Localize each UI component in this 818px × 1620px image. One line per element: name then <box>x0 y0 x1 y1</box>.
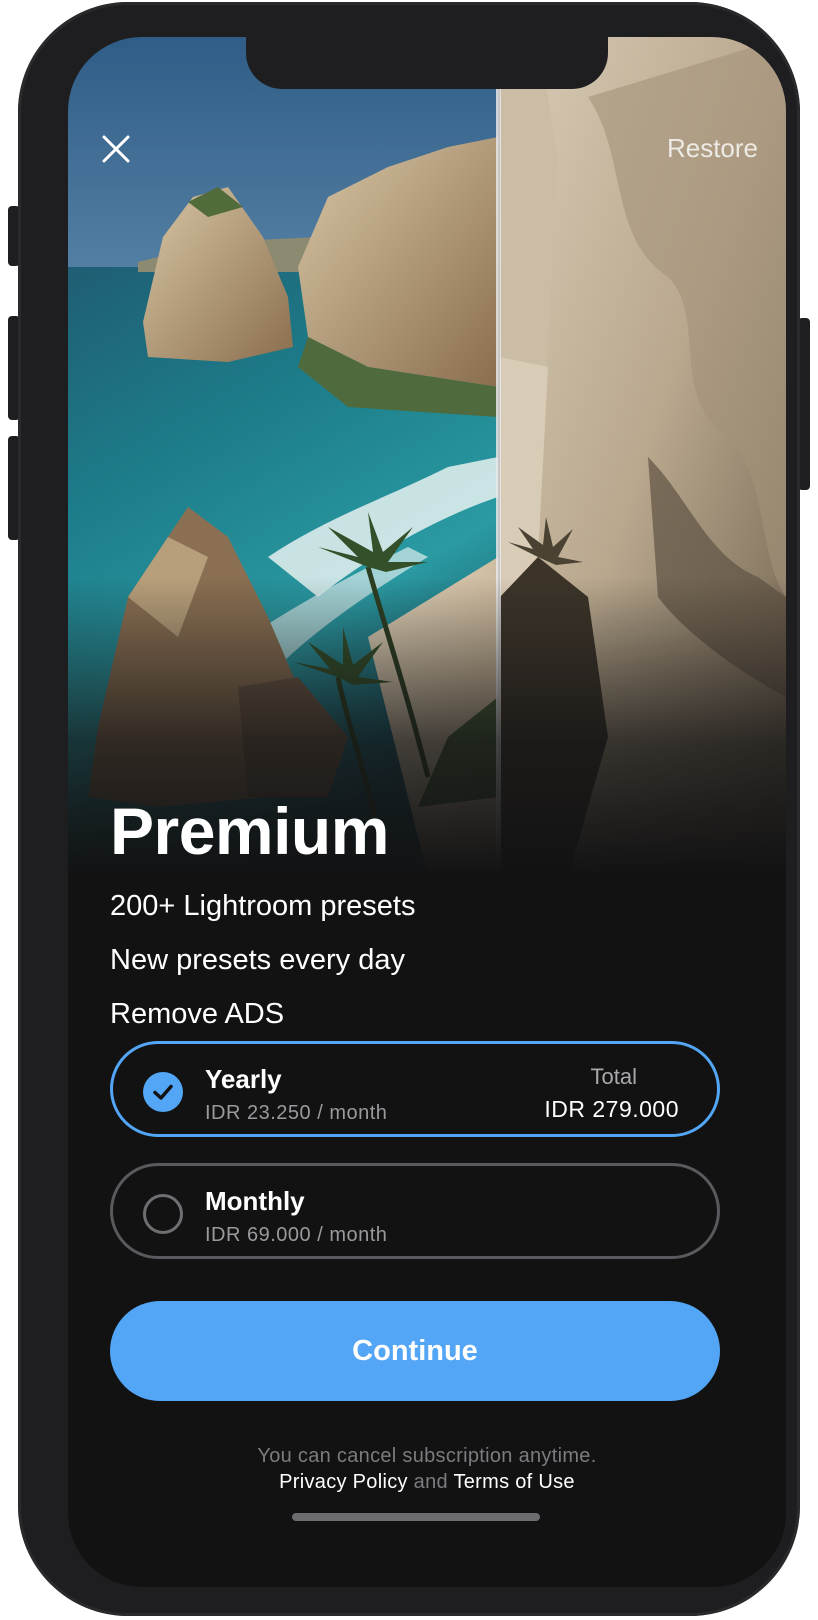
cancel-note: You can cancel subscription anytime. <box>257 1445 597 1467</box>
feature-item: New presets every day <box>110 944 405 976</box>
feature-item: Remove ADS <box>110 998 285 1030</box>
plan-name: Yearly <box>205 1064 282 1094</box>
footer: You can cancel subscription anytime. Pri… <box>68 1445 786 1497</box>
plan-total-label: Total <box>590 1064 637 1089</box>
radio-checked-icon <box>143 1072 183 1112</box>
phone-frame: Restore Premium 200+ Lightroom presets N… <box>18 2 800 1616</box>
close-icon <box>102 135 130 163</box>
continue-button[interactable]: Continue <box>110 1301 720 1401</box>
phone-notch <box>246 37 608 89</box>
radio-unchecked-icon <box>143 1194 183 1234</box>
legal-links-separator: and <box>413 1471 448 1493</box>
plan-total-value: IDR 279.000 <box>544 1096 679 1122</box>
close-button[interactable] <box>96 129 136 169</box>
checkmark-icon <box>153 1084 173 1100</box>
terms-of-use-link[interactable]: Terms of Use <box>453 1471 574 1493</box>
plan-price: IDR 69.000 / month <box>205 1224 388 1246</box>
feature-list: 200+ Lightroom presets New presets every… <box>110 889 416 1051</box>
legal-links: Privacy Policy and Terms of Use <box>68 1471 786 1497</box>
page-title: Premium <box>110 794 389 868</box>
privacy-policy-link[interactable]: Privacy Policy <box>279 1471 408 1493</box>
plan-option-monthly[interactable]: Monthly IDR 69.000 / month <box>110 1163 720 1259</box>
restore-button[interactable]: Restore <box>667 133 758 164</box>
paywall-screen: Restore Premium 200+ Lightroom presets N… <box>68 37 786 1587</box>
plan-price: IDR 23.250 / month <box>205 1102 388 1124</box>
plan-name: Monthly <box>205 1186 305 1216</box>
feature-item: 200+ Lightroom presets <box>110 890 416 922</box>
home-indicator[interactable] <box>292 1513 540 1521</box>
plan-option-yearly[interactable]: Yearly IDR 23.250 / month Total IDR 279.… <box>110 1041 720 1137</box>
